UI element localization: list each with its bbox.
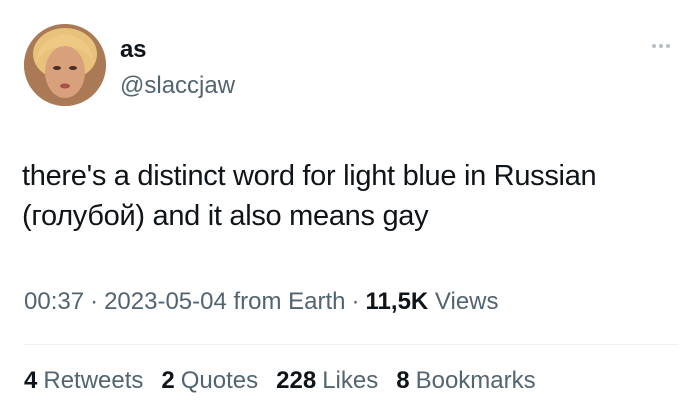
quotes-count: 2 [161,367,175,394]
tweet-location: from Earth [233,288,346,315]
tweet-card: as @slaccjaw there's a distinct word for… [0,0,700,416]
retweets-count: 4 [24,367,38,394]
engagement-stats: 4 Retweets 2 Quotes 228 Likes 8 Bookmarks [24,367,536,395]
views-count: 11,5K [365,288,429,315]
quotes-label: Quotes [180,367,259,394]
divider [24,344,678,345]
tweet-time[interactable]: 00:37 [24,288,84,315]
more-horizontal-icon [652,44,656,48]
retweets-label: Retweets [43,367,144,394]
display-name[interactable]: as [120,36,146,64]
tweet-date[interactable]: 2023-05-04 [104,288,227,315]
tweet-text-line: (голубой) and it also means gay [22,200,429,232]
more-options-button[interactable] [644,36,678,56]
tweet-text: there's a distinct word for light blue i… [22,156,682,236]
likes-label: Likes [322,367,379,394]
more-horizontal-icon-dot [666,44,670,48]
bookmarks-count: 8 [396,367,410,394]
avatar[interactable] [24,24,106,106]
quotes-stat[interactable]: 2 Quotes [161,367,258,395]
bookmarks-stat[interactable]: 8 Bookmarks [396,367,535,395]
more-horizontal-icon-dot [659,44,663,48]
likes-count: 228 [276,367,317,394]
meta-separator: · [351,288,360,315]
tweet-text-line: there's a distinct word for light blue i… [22,160,597,192]
avatar-image [24,24,106,106]
views-label: Views [434,288,499,315]
meta-separator: · [90,288,99,315]
likes-stat[interactable]: 228 Likes [276,367,378,395]
bookmarks-label: Bookmarks [415,367,536,394]
retweets-stat[interactable]: 4 Retweets [24,367,143,395]
tweet-meta: 00:37 · 2023-05-04 from Earth · 11,5K Views [24,288,499,316]
user-handle[interactable]: @slaccjaw [120,72,235,100]
